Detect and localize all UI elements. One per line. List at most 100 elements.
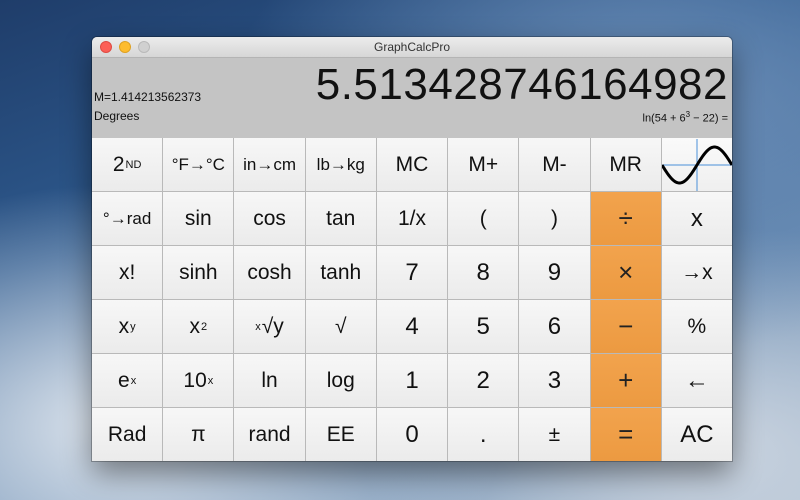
key-label: sin: [184, 206, 212, 230]
key-label: MC: [395, 152, 429, 176]
plus-button[interactable]: +: [590, 354, 661, 407]
expression-part: − 22) =: [690, 112, 728, 125]
key-label: 5: [476, 312, 490, 340]
sin-button[interactable]: sin: [163, 192, 234, 245]
memory-recall-button[interactable]: MR: [590, 138, 661, 191]
memory-add-button[interactable]: M+: [448, 138, 519, 191]
decimal-button[interactable]: .: [448, 408, 519, 461]
expression-part: ln(54 + 6: [642, 112, 686, 125]
key-label: −: [618, 311, 634, 341]
key-label: EE: [326, 422, 355, 446]
multiply-button[interactable]: ×: [590, 246, 661, 299]
sinh-button[interactable]: sinh: [163, 246, 234, 299]
reciprocal-button[interactable]: 1/x: [376, 192, 448, 245]
store-x-button[interactable]: →x: [661, 246, 732, 299]
percent-button[interactable]: %: [661, 300, 732, 353]
key-label: (: [479, 206, 487, 230]
all-clear-button[interactable]: AC: [661, 408, 732, 461]
key-label: x: [189, 314, 201, 338]
minus-button[interactable]: −: [590, 300, 661, 353]
key-label: √y: [261, 314, 284, 338]
ten-power-button[interactable]: 10 x: [163, 354, 234, 407]
key-label: °F→°C: [171, 154, 225, 174]
key-label: ×: [618, 257, 634, 287]
key-label: 10: [183, 368, 207, 392]
exponent-entry-button[interactable]: EE: [305, 408, 376, 461]
sine-wave-icon: [661, 138, 732, 191]
graph-button[interactable]: [661, 138, 732, 191]
key-label: ±: [548, 422, 561, 446]
digit-1-button[interactable]: 1: [376, 354, 448, 407]
equals-button[interactable]: =: [590, 408, 661, 461]
square-root-button[interactable]: √: [305, 300, 376, 353]
memory-subtract-button[interactable]: M-: [519, 138, 590, 191]
key-superscript: ND: [125, 158, 142, 171]
divide-button[interactable]: ÷: [590, 192, 661, 245]
log-button[interactable]: log: [305, 354, 376, 407]
key-label: 6: [547, 312, 562, 340]
digit-2-button[interactable]: 2: [448, 354, 519, 407]
key-prefix: x: [255, 320, 261, 333]
ln-button[interactable]: ln: [234, 354, 305, 407]
digit-9-button[interactable]: 9: [519, 246, 590, 299]
digit-4-button[interactable]: 4: [376, 300, 448, 353]
digit-3-button[interactable]: 3: [519, 354, 590, 407]
variable-x-button[interactable]: x: [661, 192, 732, 245]
key-label: x!: [118, 260, 136, 284]
keypad: 2 ND °F→°C in→cm lb→kg MC M+ M- MR °→rad sin cos tan…: [92, 138, 732, 461]
backspace-button[interactable]: ←: [661, 354, 732, 407]
power-button[interactable]: xy: [92, 300, 163, 353]
degrees-to-radians-button[interactable]: °→rad: [92, 192, 163, 245]
key-label: 3: [547, 366, 562, 394]
key-label: 1: [405, 366, 419, 394]
result-value: 5.513428746164982: [315, 60, 728, 109]
close-paren-button[interactable]: ): [519, 192, 590, 245]
key-label: M+: [468, 152, 499, 176]
random-button[interactable]: rand: [234, 408, 305, 461]
key-label: e: [118, 368, 130, 392]
cos-button[interactable]: cos: [234, 192, 305, 245]
digit-0-button[interactable]: 0: [376, 408, 448, 461]
memory-clear-button[interactable]: MC: [376, 138, 448, 191]
key-label: rand: [248, 422, 291, 446]
key-label: tan: [326, 206, 356, 230]
key-label: =: [618, 419, 634, 449]
key-label: log: [326, 368, 355, 392]
fahrenheit-to-celsius-button[interactable]: °F→°C: [163, 138, 234, 191]
key-label: lb→kg: [316, 154, 365, 174]
sign-toggle-button[interactable]: ±: [519, 408, 590, 461]
open-paren-button[interactable]: (: [448, 192, 519, 245]
key-label: cosh: [247, 260, 292, 284]
pounds-to-kg-button[interactable]: lb→kg: [305, 138, 376, 191]
second-function-button[interactable]: 2 ND: [92, 138, 163, 191]
key-label: ←: [684, 366, 709, 394]
factorial-button[interactable]: x!: [92, 246, 163, 299]
digit-7-button[interactable]: 7: [376, 246, 448, 299]
nth-root-button[interactable]: x √y: [234, 300, 305, 353]
key-label: in→cm: [243, 154, 296, 174]
key-label: 8: [476, 258, 490, 286]
tan-button[interactable]: tan: [305, 192, 376, 245]
key-label: .: [479, 420, 487, 448]
key-label: →x: [681, 260, 713, 284]
exp-button[interactable]: ex: [92, 354, 163, 407]
key-label: 4: [405, 312, 419, 340]
key-label: sinh: [179, 260, 218, 284]
radians-mode-button[interactable]: Rad: [92, 408, 163, 461]
key-superscript: x: [130, 374, 137, 387]
digit-6-button[interactable]: 6: [519, 300, 590, 353]
inches-to-cm-button[interactable]: in→cm: [234, 138, 305, 191]
cosh-button[interactable]: cosh: [234, 246, 305, 299]
key-label: x: [690, 204, 703, 232]
square-button[interactable]: x2: [163, 300, 234, 353]
key-superscript: x: [207, 374, 214, 387]
digit-5-button[interactable]: 5: [448, 300, 519, 353]
key-label: √: [335, 314, 347, 338]
digit-8-button[interactable]: 8: [448, 246, 519, 299]
title-bar[interactable]: GraphCalcPro: [92, 37, 732, 58]
key-label: x: [118, 314, 130, 338]
pi-button[interactable]: π: [163, 408, 234, 461]
key-label: π: [191, 422, 206, 446]
tanh-button[interactable]: tanh: [305, 246, 376, 299]
key-label: ln: [261, 368, 278, 392]
